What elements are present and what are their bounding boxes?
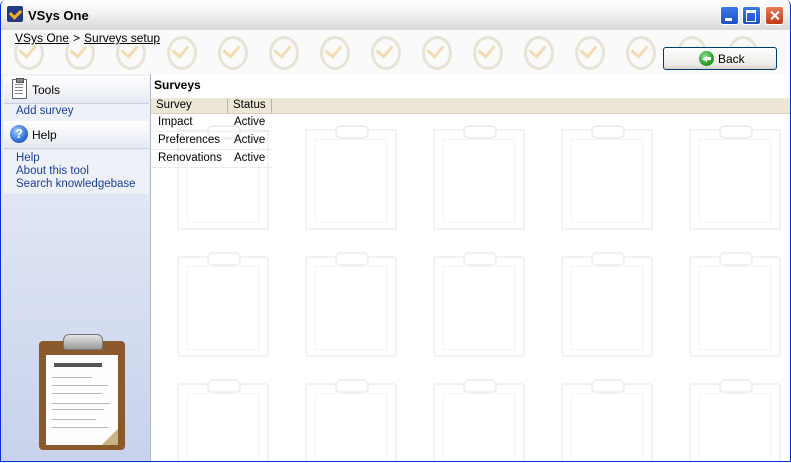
sidebar: Tools Add survey ? Help Help About this …	[1, 74, 151, 461]
surveys-panel: Surveys Survey Status Impact Active Pref…	[151, 74, 790, 461]
clipboard-paper	[46, 355, 118, 445]
table-row[interactable]: Impact Active	[151, 114, 272, 132]
help-section-header: ? Help	[4, 121, 149, 149]
help-links: Help About this tool Search knowledgebas…	[4, 150, 149, 194]
vsys-logo-icon	[7, 6, 23, 22]
window-title: VSys One	[28, 8, 89, 23]
survey-name-cell: Impact	[158, 116, 193, 128]
breadcrumb-home-link[interactable]: VSys One	[15, 31, 69, 45]
clipboard-watermark-icon	[561, 379, 653, 461]
watermark-logo-icon	[409, 30, 460, 74]
clipboard-watermark-icon	[561, 125, 653, 230]
clipboard-illustration-icon	[39, 334, 125, 450]
watermark-logo-icon	[613, 30, 664, 74]
maximize-button[interactable]	[742, 6, 761, 25]
app-window: VSys One VSys One > Surveys setup Back T…	[0, 0, 791, 462]
watermark-logo-icon	[256, 30, 307, 74]
breadcrumb-separator: >	[73, 31, 81, 45]
clipboard-watermark-icon	[177, 252, 269, 357]
back-arrow-icon	[699, 51, 714, 66]
survey-name-cell: Preferences	[158, 134, 221, 146]
watermark-logo-icon	[460, 30, 511, 74]
header-band: VSys One > Surveys setup Back	[1, 30, 790, 74]
clipboard-watermark-icon	[433, 125, 525, 230]
add-survey-link[interactable]: Add survey	[4, 105, 149, 118]
watermark-logo-icon	[205, 30, 256, 74]
watermark-logo-icon	[511, 30, 562, 74]
close-button[interactable]	[765, 6, 784, 25]
survey-status-cell: Active	[234, 116, 266, 128]
breadcrumb: VSys One > Surveys setup	[15, 31, 161, 45]
tools-links: Add survey	[4, 104, 149, 121]
watermark-logo-icon	[154, 30, 205, 74]
column-header-status[interactable]: Status	[228, 99, 272, 113]
clipboard-watermark-icon	[689, 379, 781, 461]
help-header-label: Help	[32, 128, 57, 142]
back-button[interactable]: Back	[663, 47, 777, 70]
watermark-logo-icon	[562, 30, 613, 74]
back-button-label: Back	[718, 52, 745, 66]
clipboard-watermark-icon	[689, 252, 781, 357]
search-knowledgebase-link[interactable]: Search knowledgebase	[4, 178, 149, 191]
clipboard-icon	[12, 78, 27, 99]
title-bar: VSys One	[1, 0, 790, 31]
breadcrumb-current-link[interactable]: Surveys setup	[84, 31, 160, 45]
clipboard-watermark-icon	[689, 125, 781, 230]
survey-name-cell: Renovations	[158, 152, 222, 164]
panel-title: Surveys	[154, 78, 201, 92]
clipboard-watermark-icon	[305, 125, 397, 230]
clipboard-clamp	[63, 334, 103, 350]
tools-header-label: Tools	[32, 83, 61, 97]
clipboard-watermark-icon	[177, 379, 269, 461]
table-row[interactable]: Preferences Active	[151, 132, 272, 150]
surveys-grid-header: Survey Status	[151, 98, 790, 114]
help-link[interactable]: Help	[4, 152, 149, 165]
watermark-logo-icon	[358, 30, 409, 74]
table-row[interactable]: Renovations Active	[151, 150, 272, 168]
about-tool-link[interactable]: About this tool	[4, 165, 149, 178]
watermark-logo-icon	[307, 30, 358, 74]
clipboard-watermark-icon	[305, 379, 397, 461]
tools-section-header: Tools	[4, 76, 149, 104]
clipboard-watermark-icon	[305, 252, 397, 357]
minimize-button[interactable]	[720, 6, 739, 25]
survey-status-cell: Active	[234, 134, 266, 146]
survey-status-cell: Active	[234, 152, 266, 164]
help-icon: ?	[10, 125, 28, 143]
column-header-survey[interactable]: Survey	[151, 99, 228, 113]
clipboard-watermark-icon	[433, 379, 525, 461]
clipboard-watermark-icon	[433, 252, 525, 357]
clipboard-watermark-icon	[561, 252, 653, 357]
